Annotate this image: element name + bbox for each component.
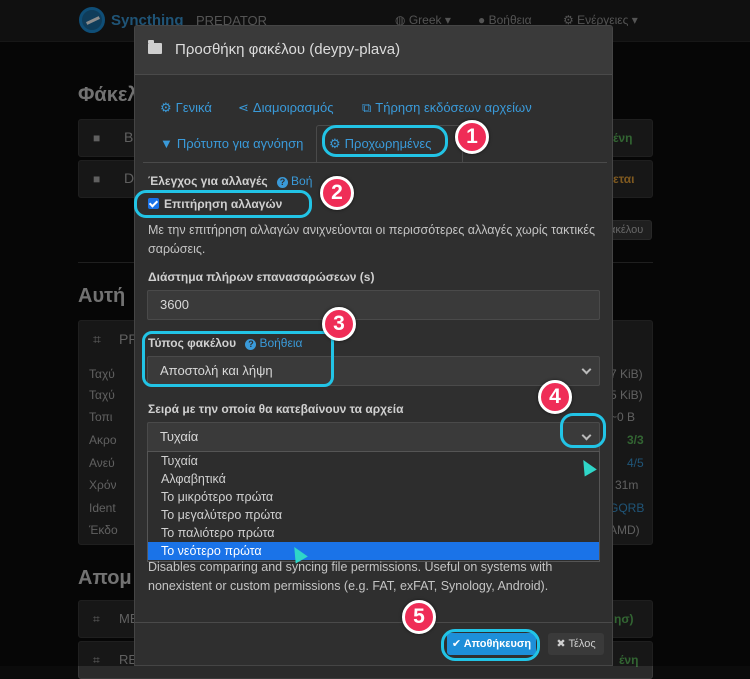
share-icon: ⋖ [238, 100, 249, 115]
question-icon: ? [277, 177, 289, 188]
pull-order-label: Σειρά με την οποία θα κατεβαίνουν τα αρχ… [148, 402, 404, 416]
help-link-text: Βοή [291, 174, 313, 188]
tabs-underline [143, 162, 607, 163]
permissions-hint: Disables comparing and syncing file perm… [148, 560, 553, 593]
annotation-badge: 3 [322, 307, 356, 341]
annotation-ring [322, 125, 448, 157]
modal-title: Προσθήκη φακέλου (deypy-plava) [175, 41, 401, 58]
pull-order-option[interactable]: Αλφαβητικά [148, 470, 599, 488]
filter-icon: ▼ [160, 136, 173, 151]
close-button[interactable]: ✖ Τέλος [548, 633, 604, 655]
tab-sharing[interactable]: ⋖ Διαμοιρασμός [238, 100, 334, 116]
annotation-ring [134, 190, 312, 218]
tab-general[interactable]: ⚙ Γενικά [160, 100, 212, 116]
tab-label: Γενικά [175, 100, 212, 115]
watch-changes-hint: Με την επιτήρηση αλλαγών ανιχνεύονται οι… [148, 223, 595, 256]
pull-order-option[interactable]: Το μικρότερο πρώτα [148, 488, 599, 506]
annotation-badge: 1 [455, 120, 489, 154]
close-button-label: Τέλος [568, 638, 596, 650]
pull-order-dropdown: Τυχαία Αλφαβητικά Το μικρότερο πρώτα Το … [147, 451, 600, 562]
watch-changes-label: Έλεγχος για αλλαγές ? Βοή [148, 174, 312, 188]
pull-order-option[interactable]: Το παλιότερο πρώτα [148, 524, 599, 542]
pull-order-option[interactable]: Το μεγαλύτερο πρώτα [148, 506, 599, 524]
chevron-down-icon [581, 364, 592, 375]
tab-label: Τήρηση εκδόσεων αρχείων [375, 100, 532, 115]
pull-order-option[interactable]: Τυχαία [148, 452, 599, 470]
watch-help-link[interactable]: ? Βοή [271, 174, 312, 188]
watch-changes-text: Έλεγχος για αλλαγές [148, 174, 268, 188]
tab-label: Πρότυπο για αγνόηση [176, 136, 304, 151]
rescan-interval-label: Διάστημα πλήρων επανασαρώσεων (s) [148, 270, 375, 284]
tab-ignore-patterns[interactable]: ▼ Πρότυπο για αγνόηση [160, 136, 303, 151]
annotation-ring [560, 413, 606, 448]
tab-versioning[interactable]: ⧉ Τήρηση εκδόσεων αρχείων [362, 100, 532, 116]
modal-header: Προσθήκη φακέλου (deypy-plava) [135, 26, 612, 75]
pull-order-value: Τυχαία [160, 429, 199, 444]
annotation-badge: 2 [320, 176, 354, 210]
cog-icon: ⚙ [160, 100, 172, 115]
folder-icon [148, 40, 162, 54]
annotation-ring [142, 331, 334, 387]
pull-order-select[interactable]: Τυχαία [147, 422, 600, 452]
tab-label: Διαμοιρασμός [252, 100, 334, 115]
rescan-interval-input[interactable]: 3600 [147, 290, 600, 320]
modal-footer [135, 622, 612, 665]
annotation-badge: 4 [538, 380, 572, 414]
annotation-badge: 5 [402, 600, 436, 634]
copy-icon: ⧉ [362, 100, 372, 115]
annotation-ring [441, 629, 540, 661]
